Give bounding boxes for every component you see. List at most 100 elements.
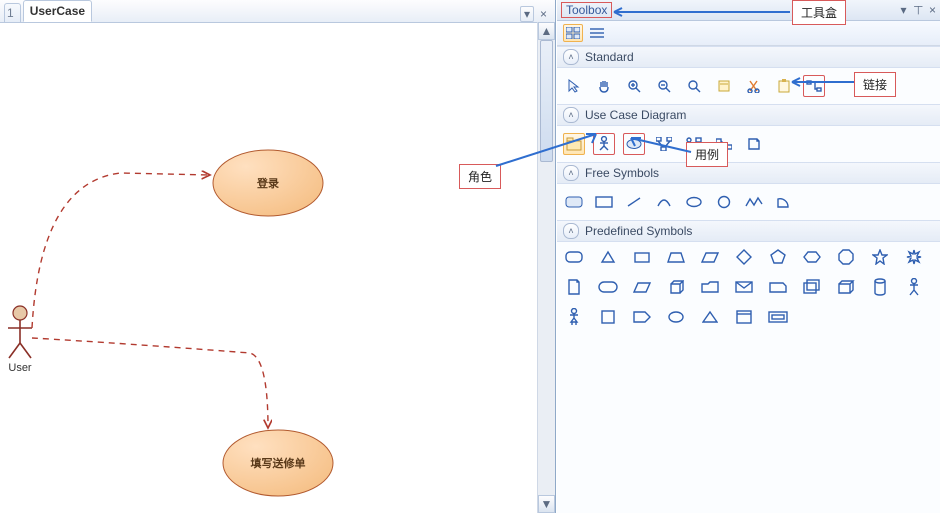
section-predefined-label: Predefined Symbols bbox=[585, 224, 692, 238]
shape-parallelogram-icon[interactable] bbox=[699, 246, 721, 268]
editor-tabbar: 1 UserCase ▾ × bbox=[0, 0, 555, 23]
toolbox-pin-icon[interactable]: ⊥ bbox=[913, 3, 923, 17]
shape-multicard-icon[interactable] bbox=[801, 276, 823, 298]
active-tab-label: UserCase bbox=[30, 4, 85, 18]
line-icon[interactable] bbox=[623, 191, 645, 213]
annotation-link-arrow bbox=[788, 76, 858, 90]
tabbar-controls: ▾ × bbox=[516, 6, 551, 22]
shape-star-icon[interactable] bbox=[869, 246, 891, 268]
expand-icon: ˄ bbox=[563, 223, 579, 239]
toolbox-view-toolbar bbox=[557, 21, 940, 46]
annotation-role-arrow bbox=[494, 130, 604, 170]
diagram-canvas[interactable]: User 登录 填写送修单 bbox=[0, 23, 555, 513]
usecase-login[interactable]: 登录 bbox=[213, 150, 323, 216]
toolbox-menu-icon[interactable]: ▾ bbox=[901, 3, 907, 17]
view-grid-icon[interactable] bbox=[563, 24, 583, 42]
section-usecase-header[interactable]: ˄ Use Case Diagram bbox=[557, 104, 940, 126]
section-usecase-label: Use Case Diagram bbox=[585, 108, 686, 122]
tab-menu-icon[interactable]: ▾ bbox=[520, 6, 534, 22]
shape-rect-icon[interactable] bbox=[631, 246, 653, 268]
shape-viewport-icon[interactable] bbox=[767, 306, 789, 328]
section-standard-header[interactable]: ˄ Standard bbox=[557, 46, 940, 68]
shape-prism-icon[interactable] bbox=[631, 276, 653, 298]
actor-user[interactable]: User bbox=[8, 306, 32, 374]
shape-folder-icon[interactable] bbox=[699, 276, 721, 298]
shape-trapezoid-icon[interactable] bbox=[665, 246, 687, 268]
grabber-tool-icon[interactable] bbox=[593, 75, 615, 97]
rect-icon[interactable] bbox=[593, 191, 615, 213]
toolbox-header-controls: ▾ ⊥ × bbox=[901, 3, 937, 17]
properties-icon[interactable] bbox=[713, 75, 735, 97]
annotation-usecase-arrow bbox=[625, 134, 695, 156]
cut-icon[interactable] bbox=[743, 75, 765, 97]
section-predefined-header[interactable]: ˄ Predefined Symbols bbox=[557, 220, 940, 242]
toolbox-spacer bbox=[557, 332, 940, 513]
circle-icon[interactable] bbox=[713, 191, 735, 213]
app-root: 1 UserCase ▾ × bbox=[0, 0, 940, 513]
usecase-fillform[interactable]: 填写送修单 bbox=[223, 430, 333, 496]
shape-envelope-icon[interactable] bbox=[733, 276, 755, 298]
connector-user-fillform bbox=[32, 338, 268, 428]
toolbox-close-icon[interactable]: × bbox=[929, 3, 936, 17]
annotation-toolbox-text: 工具盒 bbox=[801, 6, 837, 20]
tab-close-icon[interactable]: × bbox=[540, 7, 547, 21]
inactive-tab[interactable]: 1 bbox=[4, 3, 21, 22]
shape-triangle-icon[interactable] bbox=[597, 246, 619, 268]
section-standard-label: Standard bbox=[585, 50, 634, 64]
shape-cylinder-icon[interactable] bbox=[869, 276, 891, 298]
shape-note-icon[interactable] bbox=[563, 276, 585, 298]
scroll-up-button[interactable]: ▲ bbox=[538, 22, 555, 40]
diagram-svg: User 登录 填写送修单 bbox=[0, 23, 555, 513]
shape-tag-icon[interactable] bbox=[631, 306, 653, 328]
editor-vertical-scrollbar[interactable]: ▲ ▼ bbox=[537, 22, 555, 513]
shape-octagon-icon[interactable] bbox=[835, 246, 857, 268]
scroll-down-button[interactable]: ▼ bbox=[538, 495, 555, 513]
shape-square2-icon[interactable] bbox=[597, 306, 619, 328]
actor-label: User bbox=[8, 362, 32, 374]
shape-uptriangle-icon[interactable] bbox=[699, 306, 721, 328]
usecase-fillform-label: 填写送修单 bbox=[251, 456, 306, 470]
polyline-icon[interactable] bbox=[743, 191, 765, 213]
section-usecase-items bbox=[557, 126, 940, 162]
annotation-link-text: 链接 bbox=[863, 78, 887, 92]
rounded-rect-icon[interactable] bbox=[563, 191, 585, 213]
shape-cube-icon[interactable] bbox=[665, 276, 687, 298]
shape-ellipse2-icon[interactable] bbox=[665, 306, 687, 328]
shape-pentagon-icon[interactable] bbox=[767, 246, 789, 268]
shape-burst-icon[interactable] bbox=[903, 246, 925, 268]
note-tool-icon[interactable] bbox=[743, 133, 765, 155]
annotation-usecase-text: 用例 bbox=[695, 148, 719, 162]
annotation-role-text: 角色 bbox=[468, 170, 492, 184]
connector-user-login bbox=[32, 173, 210, 328]
annotation-toolbox-arrow bbox=[610, 6, 792, 20]
shape-roundrect-icon[interactable] bbox=[563, 246, 585, 268]
zoom-out-icon[interactable] bbox=[653, 75, 675, 97]
zoom-in-icon[interactable] bbox=[623, 75, 645, 97]
shape-hexagon-icon[interactable] bbox=[801, 246, 823, 268]
expand-icon: ˄ bbox=[563, 49, 579, 65]
arc-icon[interactable] bbox=[653, 191, 675, 213]
sector-icon[interactable] bbox=[773, 191, 795, 213]
ellipse-icon[interactable] bbox=[683, 191, 705, 213]
view-list-icon[interactable] bbox=[587, 24, 607, 42]
section-predefined-items bbox=[557, 242, 940, 332]
shape-male-icon[interactable] bbox=[903, 276, 925, 298]
inactive-tab-label: 1 bbox=[7, 6, 14, 20]
section-free-items bbox=[557, 184, 940, 220]
shape-window-icon[interactable] bbox=[733, 306, 755, 328]
toolbox-title: Toolbox bbox=[561, 2, 612, 18]
shape-stadium-icon[interactable] bbox=[597, 276, 619, 298]
section-free-header[interactable]: ˄ Free Symbols bbox=[557, 162, 940, 184]
usecase-login-label: 登录 bbox=[256, 176, 279, 190]
shape-female-icon[interactable] bbox=[563, 306, 585, 328]
shape-diamond-icon[interactable] bbox=[733, 246, 755, 268]
expand-icon: ˄ bbox=[563, 107, 579, 123]
shape-card-icon[interactable] bbox=[767, 276, 789, 298]
editor-pane: 1 UserCase ▾ × bbox=[0, 0, 556, 513]
zoom-fit-icon[interactable] bbox=[683, 75, 705, 97]
shape-box3d-icon[interactable] bbox=[835, 276, 857, 298]
annotation-toolbox: 工具盒 bbox=[792, 0, 846, 25]
pointer-tool-icon[interactable] bbox=[563, 75, 585, 97]
active-tab[interactable]: UserCase bbox=[23, 0, 92, 22]
annotation-link: 链接 bbox=[854, 72, 896, 97]
